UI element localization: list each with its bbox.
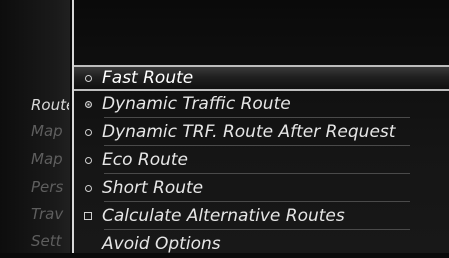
option-dynamic-trf-route-after-request[interactable]: Dynamic TRF. Route After Request <box>74 118 449 146</box>
option-avoid-options[interactable]: Avoid Options <box>74 230 449 258</box>
option-calculate-alternative-routes[interactable]: Calculate Alternative Routes <box>74 202 449 230</box>
option-label: Avoid Options <box>102 234 221 254</box>
option-label: Dynamic Traffic Route <box>102 94 291 114</box>
radio-button <box>74 184 102 192</box>
submenu-item-settings[interactable]: Sett <box>31 229 69 253</box>
submenu-item-map[interactable]: Map <box>31 119 69 143</box>
option-eco-route[interactable]: Eco Route <box>74 146 449 174</box>
option-short-route[interactable]: Short Route <box>74 174 449 202</box>
option-label: Fast Route <box>102 68 194 88</box>
option-label: Calculate Alternative Routes <box>102 206 345 226</box>
navigation-submenu-column: Route Map Map Pers Trav Sett <box>0 0 70 253</box>
option-fast-route[interactable]: Fast Route <box>74 65 449 91</box>
submenu-item-route[interactable]: Route <box>31 93 69 117</box>
submenu-item-travel[interactable]: Trav <box>31 202 69 226</box>
option-label: Dynamic TRF. Route After Request <box>102 122 396 142</box>
radio-button <box>74 156 102 164</box>
option-dynamic-traffic-route[interactable]: Dynamic Traffic Route <box>74 90 449 118</box>
option-label: Eco Route <box>102 150 189 170</box>
checkbox-icon <box>74 212 102 220</box>
navigation-route-options-screen: Route Map Map Pers Trav Sett Fast Route … <box>0 0 449 254</box>
radio-selected-icon <box>74 100 102 108</box>
radio-button <box>74 128 102 136</box>
submenu-item-personal[interactable]: Pers <box>31 175 69 199</box>
submenu-item-map-2[interactable]: Map <box>31 147 69 171</box>
radio-button <box>74 74 102 82</box>
option-label: Short Route <box>102 178 204 198</box>
